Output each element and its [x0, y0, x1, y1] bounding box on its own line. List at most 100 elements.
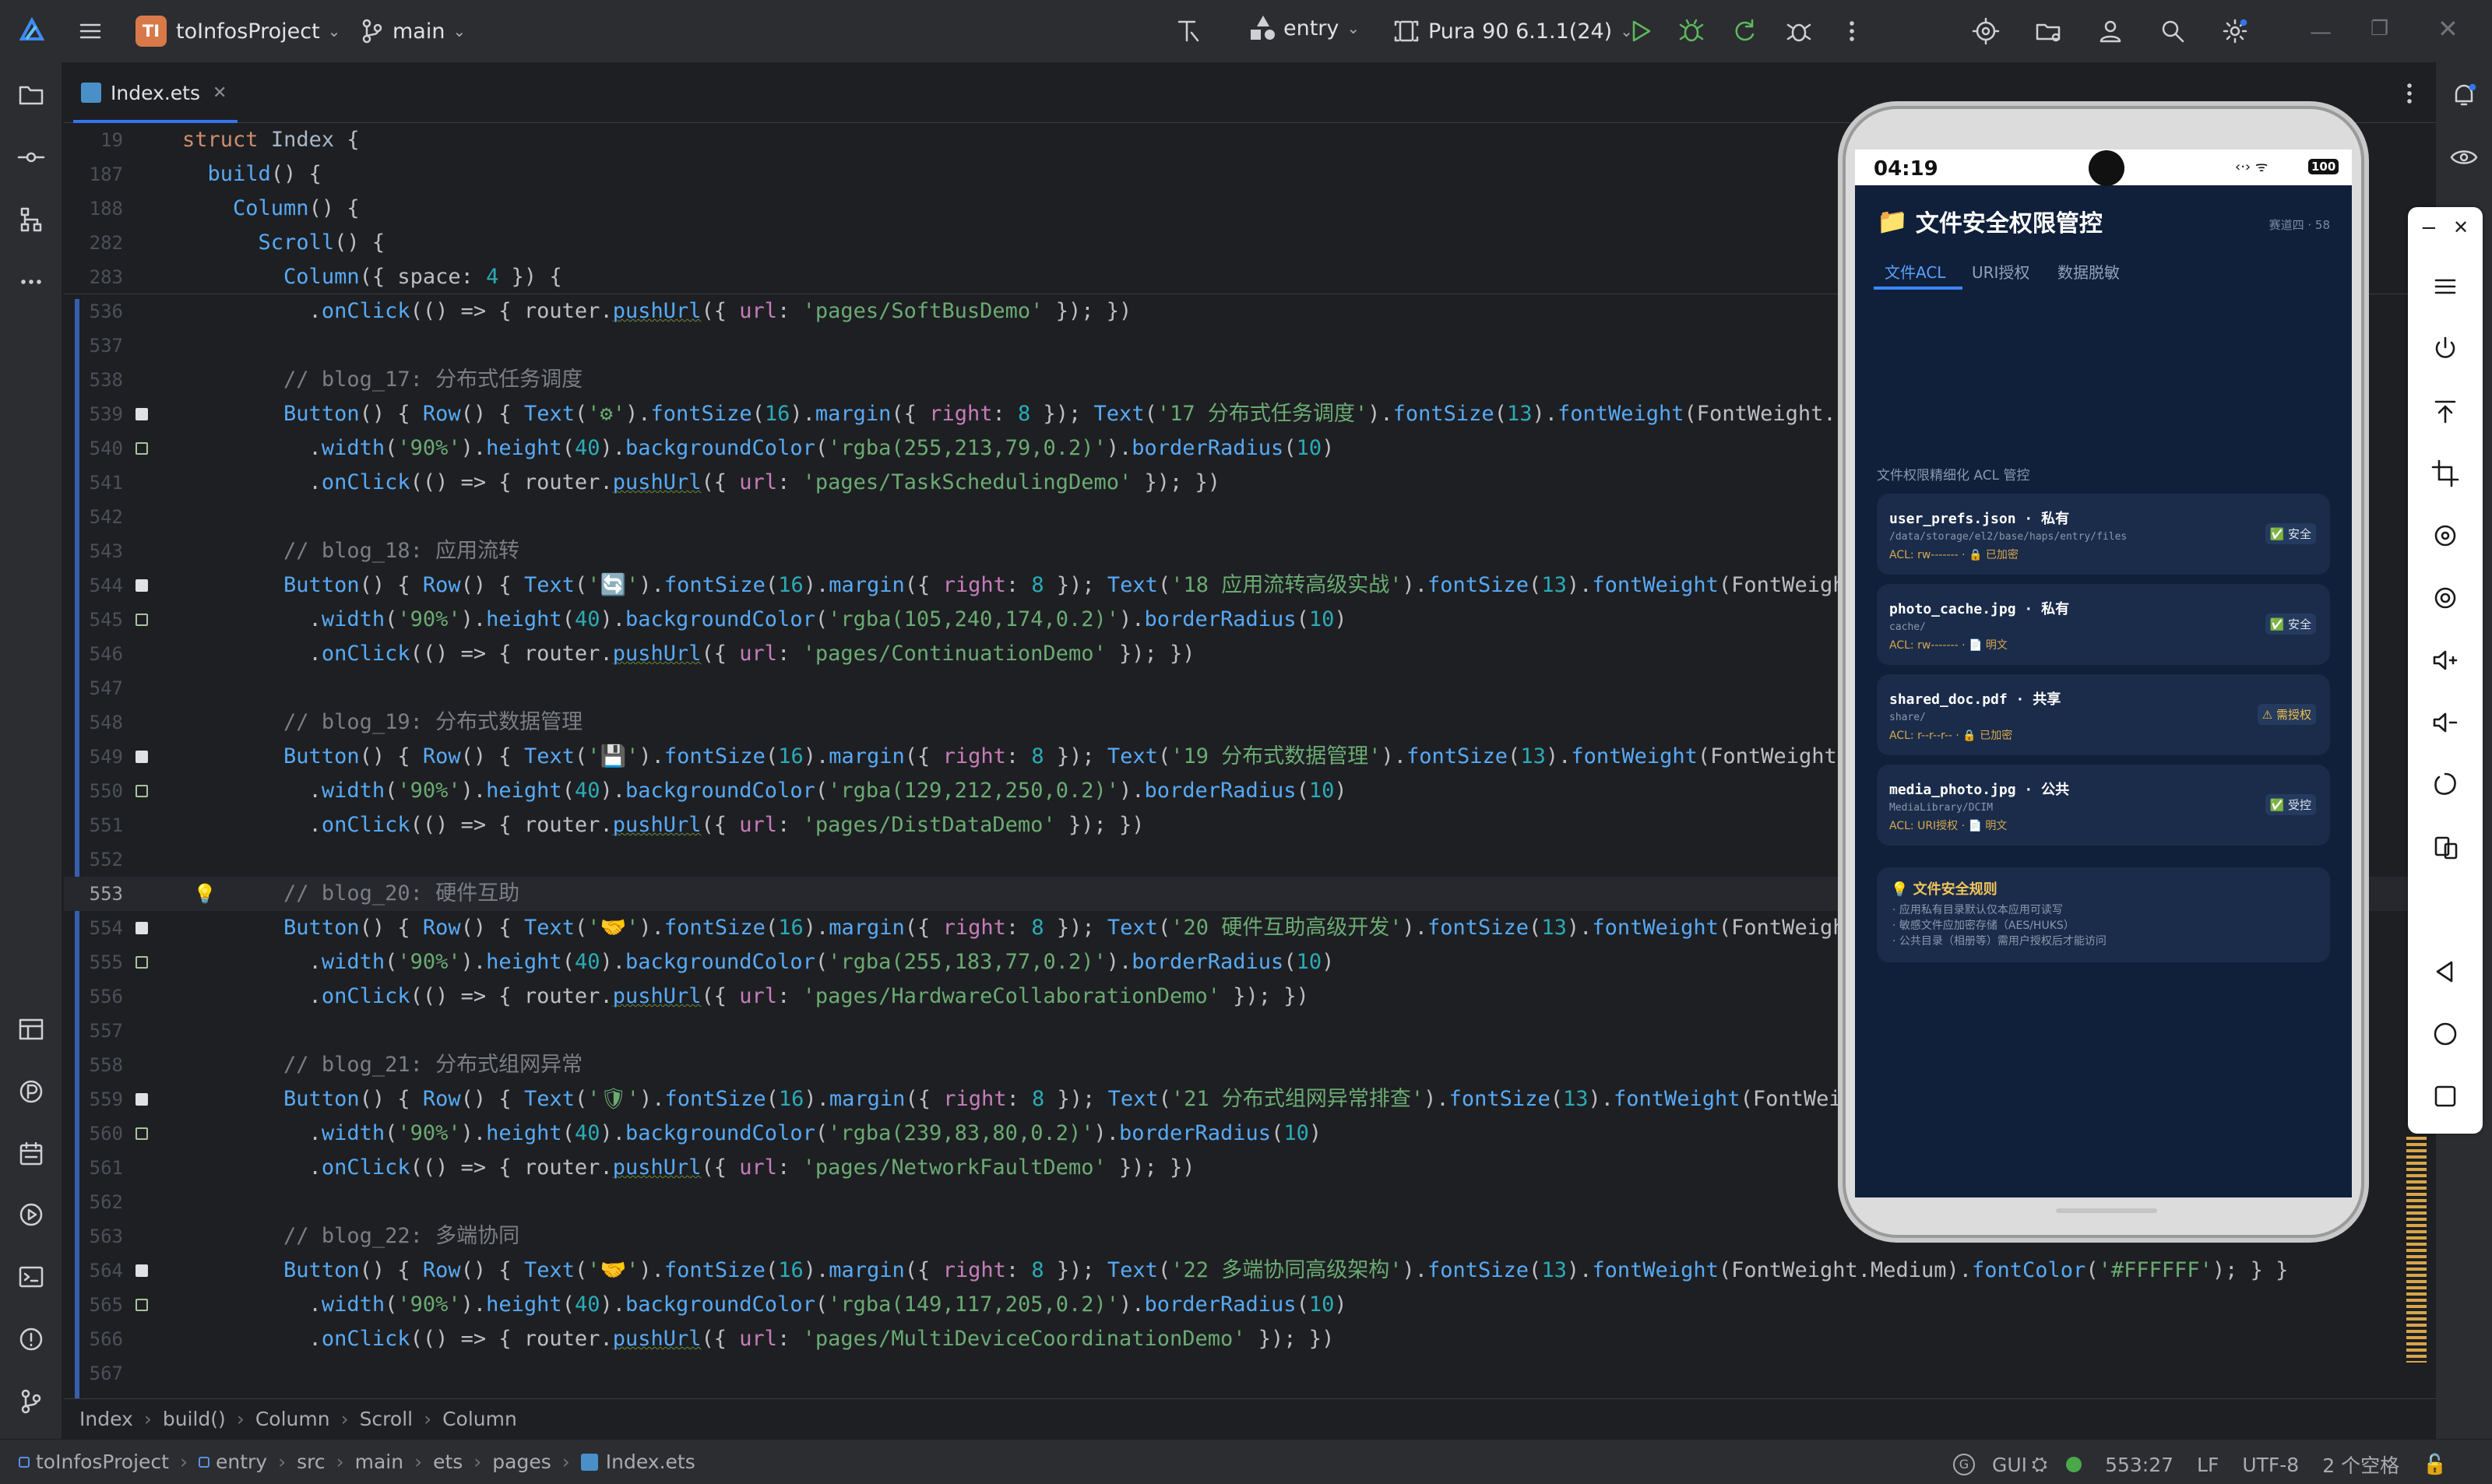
gutter-color-marker[interactable]: [136, 579, 148, 592]
terminal-icon[interactable]: [16, 1261, 47, 1292]
run-panel-icon[interactable]: [16, 1199, 47, 1230]
status-path-item[interactable]: pages: [492, 1451, 551, 1473]
gutter-color-marker[interactable]: [136, 614, 148, 626]
device-screen[interactable]: 04:19 ‹·› ᯤ 100 📁 文件安全权限管控 赛道四 · 58 文件AC…: [1855, 149, 2352, 1197]
code-line[interactable]: 564 Button() { Row() { Text('🤝').fontSiz…: [64, 1254, 2436, 1288]
status-path-item[interactable]: toInfosProject: [36, 1451, 169, 1473]
attach-debugger-icon[interactable]: [1783, 16, 1814, 47]
calendar-icon[interactable]: [16, 1138, 47, 1169]
gutter-color-marker[interactable]: [136, 1127, 148, 1140]
crop-icon[interactable]: [2430, 458, 2461, 489]
recent-apps-icon[interactable]: [2430, 1081, 2461, 1112]
preview-eye-icon[interactable]: [2448, 142, 2480, 173]
editor-scrollbar[interactable]: [2406, 1137, 2427, 1363]
run-icon[interactable]: [1624, 16, 1656, 47]
device-selector[interactable]: Pura 90 6.1.1(24) ⌄: [1391, 16, 1633, 47]
power-icon[interactable]: [2430, 333, 2461, 364]
rules-card: 💡 文件安全规则 · 应用私有目录默认仅本应用可读写 · 敏感文件应加密存储（A…: [1877, 867, 2330, 962]
close-tab-icon[interactable]: ✕: [213, 83, 227, 103]
file-card[interactable]: media_photo.jpg · 公共 MediaLibrary/DCIM A…: [1877, 765, 2330, 846]
breadcrumb-item[interactable]: Column: [255, 1408, 330, 1430]
tab-index-ets[interactable]: Index.ets ✕: [72, 62, 238, 124]
problems-icon[interactable]: [16, 1324, 47, 1355]
git-icon[interactable]: [16, 1386, 47, 1417]
emulator-menu-icon[interactable]: [2430, 271, 2461, 302]
breadcrumb-item[interactable]: Index: [79, 1408, 133, 1430]
tab-data-mask[interactable]: 数据脱敏: [2057, 260, 2120, 283]
gutter-color-marker[interactable]: [136, 956, 148, 969]
file-card[interactable]: user_prefs.json · 私有 /data/storage/el2/b…: [1877, 494, 2330, 575]
gutter-color-marker[interactable]: [136, 922, 148, 934]
tab-uri-auth[interactable]: URI授权: [1972, 260, 2029, 283]
tab-file-acl[interactable]: 文件ACL: [1885, 260, 1945, 283]
line-separator[interactable]: LF: [2197, 1454, 2219, 1476]
structure-icon[interactable]: [16, 204, 47, 235]
apply-changes-icon[interactable]: [1729, 16, 1760, 47]
code-line[interactable]: 567: [64, 1356, 2436, 1391]
more-vertical-icon[interactable]: [1836, 16, 1867, 47]
search-icon[interactable]: [2157, 16, 2188, 47]
status-path-item[interactable]: Index.ets: [606, 1451, 695, 1473]
close-emulator-button[interactable]: ✕: [2453, 216, 2469, 238]
app-logo-icon[interactable]: [17, 16, 47, 45]
status-path-item[interactable]: src: [297, 1451, 326, 1473]
close-window-button[interactable]: ✕: [2437, 14, 2459, 44]
gutter-color-marker[interactable]: [136, 751, 148, 763]
home-icon[interactable]: [2430, 1018, 2461, 1050]
indent-setting[interactable]: 2 个空格: [2322, 1451, 2399, 1479]
gutter-color-marker[interactable]: [136, 1299, 148, 1311]
status-ok-icon[interactable]: [2066, 1457, 2082, 1472]
project-selector[interactable]: TI toInfosProject ⌄: [136, 16, 340, 47]
more-horizontal-icon[interactable]: [16, 266, 47, 297]
line-number: 188: [89, 198, 123, 220]
volume-down-icon[interactable]: [2430, 707, 2461, 738]
upload-icon[interactable]: [2430, 396, 2461, 427]
gutter-color-marker[interactable]: [136, 442, 148, 455]
gutter-color-marker[interactable]: [136, 785, 148, 797]
breadcrumb-item[interactable]: build(): [163, 1408, 226, 1430]
gui-label[interactable]: GUI: [1992, 1454, 2027, 1476]
file-encoding[interactable]: UTF-8: [2242, 1454, 2299, 1476]
gutter-color-marker[interactable]: [136, 1093, 148, 1106]
cursor-position[interactable]: 553:27: [2105, 1454, 2173, 1476]
file-card[interactable]: photo_cache.jpg · 私有 cache/ ACL: rw-----…: [1877, 584, 2330, 665]
debug-icon[interactable]: [1676, 16, 1707, 47]
status-path-item[interactable]: ets: [433, 1451, 463, 1473]
target-icon[interactable]: [1970, 16, 2001, 47]
folder-settings-icon[interactable]: [2033, 16, 2064, 47]
run-config-selector[interactable]: entry ⌄: [1251, 16, 1360, 40]
layout-inspector-icon[interactable]: [16, 1014, 47, 1045]
home-indicator[interactable]: [2056, 1208, 2157, 1213]
branch-selector[interactable]: main ⌄: [357, 16, 466, 47]
maximize-button[interactable]: ❐: [2371, 17, 2388, 40]
code-assistant-icon[interactable]: G: [1953, 1454, 1975, 1475]
shake-icon[interactable]: [2430, 769, 2461, 800]
editor-more-icon[interactable]: [2394, 78, 2425, 109]
volume-up-icon[interactable]: [2430, 645, 2461, 676]
project-folder-icon[interactable]: [16, 79, 47, 111]
lock-icon[interactable]: 🔓: [2423, 1453, 2447, 1476]
file-card[interactable]: shared_doc.pdf · 共享 share/ ACL: r--r--r-…: [1877, 674, 2330, 755]
code-line[interactable]: 566 .onClick(() => { router.pushUrl({ ur…: [64, 1322, 2436, 1356]
screenshot-icon[interactable]: [2430, 582, 2461, 614]
commit-icon[interactable]: [16, 142, 47, 173]
profiler-icon[interactable]: [16, 1076, 47, 1107]
gutter-color-marker[interactable]: [136, 1264, 148, 1277]
breadcrumb-item[interactable]: Scroll: [360, 1408, 414, 1430]
code-text: Button() { Row() { Text('💾').fontSize(16…: [283, 744, 1850, 768]
user-icon[interactable]: [2095, 16, 2126, 47]
rotate-icon[interactable]: [2430, 520, 2461, 551]
main-menu-icon[interactable]: [75, 16, 106, 47]
minimize-button[interactable]: —: [2310, 19, 2332, 44]
status-path-item[interactable]: entry: [216, 1451, 267, 1473]
text-format-icon[interactable]: [1173, 16, 1204, 47]
status-path-item[interactable]: main: [355, 1451, 403, 1473]
code-line[interactable]: 565 .width('90%').height(40).backgroundC…: [64, 1288, 2436, 1322]
multi-device-icon[interactable]: [2430, 832, 2461, 863]
settings-icon[interactable]: [2219, 16, 2251, 47]
notifications-icon[interactable]: [2448, 79, 2480, 111]
gutter-color-marker[interactable]: [136, 408, 148, 420]
back-icon[interactable]: [2430, 956, 2461, 987]
minimize-emulator-button[interactable]: −: [2420, 216, 2437, 240]
breadcrumb-item[interactable]: Column: [442, 1408, 517, 1430]
